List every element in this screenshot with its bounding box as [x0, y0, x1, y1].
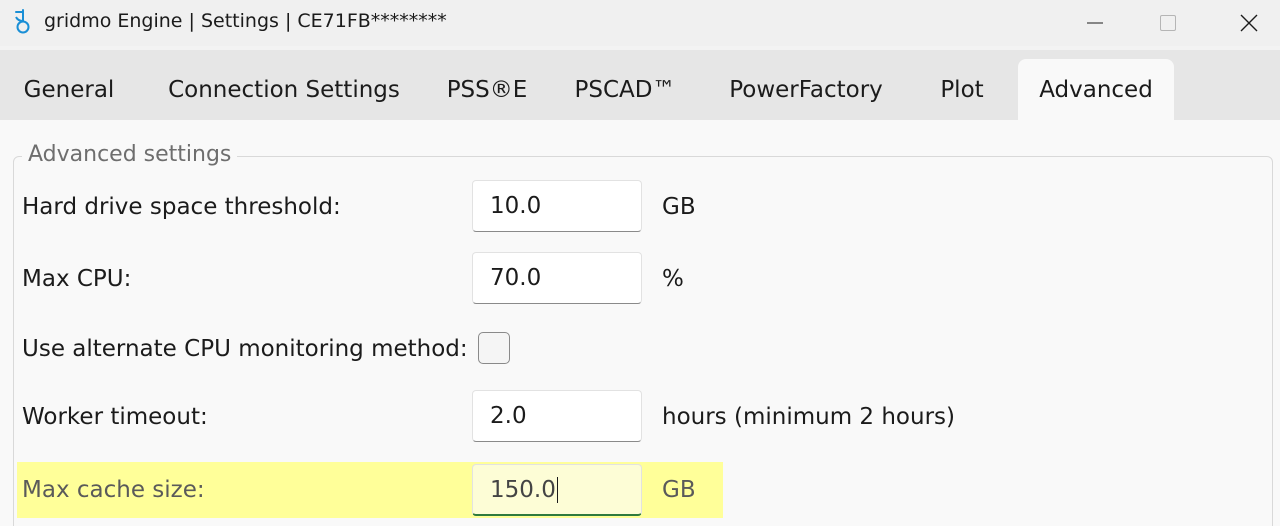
max-cache-size-value: 150.0: [490, 476, 556, 503]
max-cpu-label: Max CPU:: [22, 266, 132, 292]
max-cache-size-unit: GB: [662, 477, 696, 503]
gridmo-app-icon: [12, 9, 34, 35]
group-title: Advanced settings: [22, 142, 238, 167]
worker-timeout-label: Worker timeout:: [22, 404, 208, 430]
alt-cpu-monitoring-label: Use alternate CPU monitoring method:: [22, 336, 468, 362]
close-button[interactable]: [1214, 0, 1280, 46]
max-cpu-input[interactable]: 70.0: [472, 252, 642, 304]
title-bar[interactable]: gridmo Engine | Settings | CE71FB*******…: [0, 0, 1280, 46]
max-cpu-unit: %: [662, 266, 684, 292]
hard-drive-threshold-input[interactable]: 10.0: [472, 180, 642, 232]
hard-drive-threshold-label: Hard drive space threshold:: [22, 194, 341, 220]
maximize-icon: [1159, 14, 1177, 32]
hard-drive-threshold-unit: GB: [662, 194, 696, 220]
minimize-icon: [1086, 14, 1104, 32]
tab-advanced[interactable]: Advanced: [1018, 59, 1174, 120]
max-cache-size-input[interactable]: 150.0: [472, 464, 642, 516]
window-title: gridmo Engine | Settings | CE71FB*******…: [44, 10, 447, 32]
worker-timeout-input[interactable]: 2.0: [472, 390, 642, 442]
tab-psse[interactable]: PSS®E: [432, 59, 542, 120]
advanced-tab-panel: Advanced settings Hard drive space thres…: [0, 120, 1280, 526]
close-icon: [1239, 13, 1259, 33]
settings-window: gridmo Engine | Settings | CE71FB*******…: [0, 0, 1280, 526]
text-caret: [556, 476, 558, 503]
max-cache-size-label: Max cache size:: [22, 477, 205, 503]
minimize-button[interactable]: [1060, 0, 1130, 46]
tab-strip: General Connection Settings PSS®E PSCAD™…: [0, 50, 1280, 120]
tab-connection-settings[interactable]: Connection Settings: [148, 59, 420, 120]
tab-plot[interactable]: Plot: [916, 59, 1008, 120]
alt-cpu-monitoring-checkbox[interactable]: [478, 332, 510, 364]
worker-timeout-unit: hours (minimum 2 hours): [662, 404, 955, 430]
tab-powerfactory[interactable]: PowerFactory: [710, 59, 902, 120]
tab-pscad[interactable]: PSCAD™: [556, 59, 694, 120]
tab-general[interactable]: General: [0, 59, 138, 120]
maximize-button[interactable]: [1133, 0, 1203, 46]
